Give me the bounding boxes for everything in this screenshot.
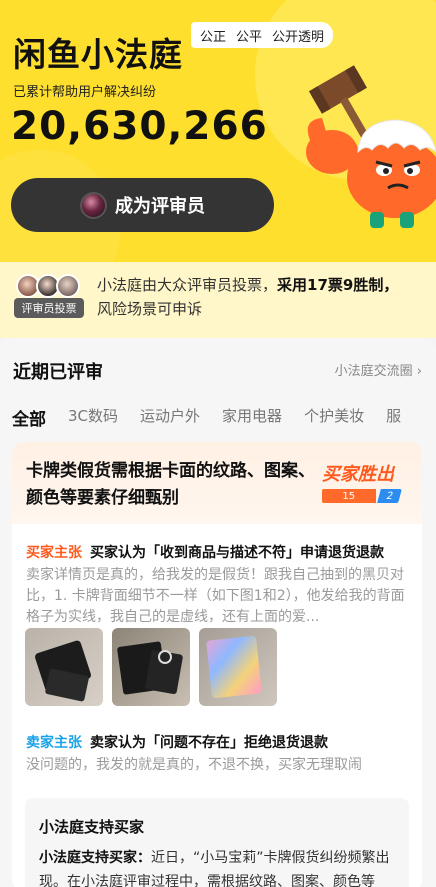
hero-subtitle: 已累计帮助用户解决纠纷: [13, 85, 157, 100]
seller-claim: 卖家主张 卖家认为「问题不存在」拒绝退货退款: [26, 732, 328, 752]
become-reviewer-button[interactable]: 成为评审员: [11, 178, 274, 232]
seller-description: 没问题的，我发的就是真的，不退不换，买家无理取闹: [26, 757, 362, 773]
verdict-label: 买家胜出: [322, 464, 394, 485]
tag-transparent: 公开透明: [272, 29, 325, 45]
category-tabs: 全部 3C数码 运动户外 家用电器 个护美妆 服: [12, 405, 401, 430]
chevron-right-icon: ›: [416, 364, 422, 379]
tab-all[interactable]: 全部: [12, 405, 46, 430]
evidence-image[interactable]: [25, 628, 103, 706]
tag-equal: 公平: [236, 29, 263, 45]
evidence-images: [25, 628, 277, 706]
avatar: [56, 274, 80, 298]
tab-digital[interactable]: 3C数码: [68, 405, 118, 430]
rules-text-c: 风险场景可申诉: [97, 300, 203, 318]
buyer-tag: 买家主张: [26, 545, 82, 561]
crab-judge-mascot-icon: [306, 65, 436, 228]
tab-clothing[interactable]: 服: [386, 405, 401, 430]
tab-outdoor[interactable]: 运动户外: [140, 405, 200, 430]
buyer-claim-text: 买家认为「收到商品与描述不符」申请退货退款: [90, 545, 384, 561]
reviewer-vote-badge: 评审员投票: [14, 298, 84, 318]
seller-claim-text: 卖家认为「问题不存在」拒绝退货退款: [90, 735, 328, 751]
support-text: 小法庭支持买家：近日，“小马宝莉”卡牌假货纠纷频繁出现。在小法庭评审过程中，需根…: [39, 846, 399, 887]
tag-fair: 公正: [200, 29, 227, 45]
verdict-explanation: 小法庭支持买家 小法庭支持买家：近日，“小马宝莉”卡牌假货纠纷频繁出现。在小法庭…: [25, 798, 409, 887]
jury-avatars: 评审员投票: [14, 274, 84, 320]
tab-appliances[interactable]: 家用电器: [222, 405, 282, 430]
become-reviewer-label: 成为评审员: [115, 196, 205, 217]
tab-beauty[interactable]: 个护美妆: [304, 405, 364, 430]
rules-text-a: 小法庭由大众评审员投票，: [97, 276, 278, 294]
evidence-image[interactable]: [199, 628, 277, 706]
buyer-description: 卖家详情页是真的，给我发的是假货！跟我自己抽到的黑贝对比，1. 卡牌背面细节不一…: [26, 567, 405, 625]
rules-text: 小法庭由大众评审员投票，采用17票9胜制， 风险场景可申诉: [97, 273, 427, 321]
evidence-image[interactable]: [112, 628, 190, 706]
rules-text-b: 采用17票9胜制，: [277, 276, 399, 294]
support-title: 小法庭支持买家: [39, 818, 145, 836]
case-card[interactable]: 卡牌类假货需根据卡面的纹路、图案、颜色等要素仔细甄别 买家胜出 15 2 买家主…: [12, 442, 422, 887]
community-link[interactable]: 小法庭交流圈 ›: [335, 360, 422, 379]
support-lead: 小法庭支持买家：: [39, 850, 151, 866]
seller-tag: 卖家主张: [26, 735, 82, 751]
buyer-claim: 买家主张 买家认为「收到商品与描述不符」申请退货退款: [26, 542, 384, 562]
vote-bar: 15 2: [322, 489, 402, 503]
resolved-count: 20,630,266: [11, 104, 268, 149]
value-tags: 公正 公平 公开透明: [191, 22, 334, 48]
section-title: 近期已评审: [13, 362, 103, 383]
buyer-votes: 15: [322, 489, 376, 503]
case-question: 卡牌类假货需根据卡面的纹路、图案、颜色等要素仔细甄别: [26, 461, 315, 508]
seller-votes: 2: [376, 489, 402, 503]
avatar: [80, 191, 107, 219]
community-link-label: 小法庭交流圈: [334, 364, 413, 379]
page-title: 闲鱼小法庭: [13, 35, 183, 74]
